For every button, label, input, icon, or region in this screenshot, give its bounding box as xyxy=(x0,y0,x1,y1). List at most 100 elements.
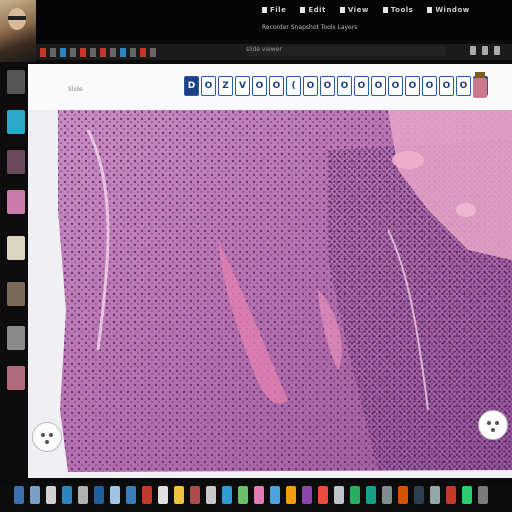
compass-icon[interactable] xyxy=(32,422,62,452)
taskbar-app-icon[interactable] xyxy=(270,486,280,504)
taskbar-app-icon[interactable] xyxy=(286,486,296,504)
menu-icon xyxy=(382,7,388,13)
tab-icon[interactable] xyxy=(40,47,46,57)
menu-item-tools[interactable]: Tools xyxy=(382,4,414,16)
compass-dot xyxy=(45,440,49,444)
address-bar-icons xyxy=(470,46,500,55)
taskbar-app-icon[interactable] xyxy=(398,486,408,504)
taskbar-app-icon[interactable] xyxy=(350,486,360,504)
toolbar-button[interactable]: O xyxy=(303,76,318,96)
toolbar-button[interactable]: O xyxy=(252,76,267,96)
histology-slide-image xyxy=(28,110,512,478)
toolbar-button[interactable]: O xyxy=(439,76,454,96)
taskbar-app-icon[interactable] xyxy=(254,486,264,504)
taskbar-app-icon[interactable] xyxy=(126,486,136,504)
taskbar-app-icon[interactable] xyxy=(14,486,24,504)
toolbar-button[interactable]: D xyxy=(184,76,199,96)
compass-dot xyxy=(491,428,495,432)
toolbar-button[interactable]: O xyxy=(269,76,284,96)
taskbar-app-icon[interactable] xyxy=(302,486,312,504)
menu-icon xyxy=(262,7,267,13)
toolbar-button[interactable]: O xyxy=(422,76,437,96)
dock-app-icon[interactable] xyxy=(7,326,25,350)
taskbar-app-icon[interactable] xyxy=(478,486,488,504)
tab-icon[interactable] xyxy=(100,47,106,57)
taskbar-app-icon[interactable] xyxy=(334,486,344,504)
taskbar-app-icon[interactable] xyxy=(110,486,120,504)
toolbar-button[interactable]: O xyxy=(388,76,403,96)
taskbar-app-icon[interactable] xyxy=(190,486,200,504)
toolbar-button[interactable]: O xyxy=(371,76,386,96)
toolbar-button[interactable]: O xyxy=(456,76,471,96)
slide-canvas[interactable] xyxy=(28,110,512,478)
compass-dot xyxy=(487,421,491,425)
taskbar-app-icon[interactable] xyxy=(414,486,424,504)
taskbar-app-icon[interactable] xyxy=(94,486,104,504)
tab-icon[interactable] xyxy=(130,47,136,57)
tab-icon[interactable] xyxy=(120,47,126,57)
star-icon[interactable] xyxy=(482,46,488,55)
taskbar-app-icon[interactable] xyxy=(430,486,440,504)
toolbar-label: Slide xyxy=(68,86,83,93)
menu-item-view[interactable]: View xyxy=(339,4,369,16)
toolbar-button[interactable]: O xyxy=(201,76,216,96)
taskbar-app-icon[interactable] xyxy=(62,486,72,504)
taskbar-app-icon[interactable] xyxy=(158,486,168,504)
taskbar-app-icon[interactable] xyxy=(462,486,472,504)
menu-item-window[interactable]: Window xyxy=(427,4,469,16)
menu-icon[interactable] xyxy=(494,46,500,55)
menu-item-edit[interactable]: Edit xyxy=(300,4,326,16)
toolbar-button[interactable]: O xyxy=(354,76,369,96)
toolbar-buttons: D O Z V O O ( O O O O O O O O O O D xyxy=(184,76,488,96)
tab-icon[interactable] xyxy=(50,47,56,57)
tab-icon[interactable] xyxy=(150,47,156,57)
taskbar-app-icon[interactable] xyxy=(174,486,184,504)
dock-app-icon[interactable] xyxy=(7,110,25,134)
tab-icon[interactable] xyxy=(60,47,66,57)
taskbar-app-icon[interactable] xyxy=(142,486,152,504)
toolbar-button[interactable]: Z xyxy=(218,76,233,96)
reload-icon[interactable] xyxy=(470,46,476,55)
left-dock xyxy=(0,62,30,480)
top-menu: File Edit View Tools Window xyxy=(262,4,470,16)
toolbar-button[interactable]: O xyxy=(320,76,335,96)
menu-item-file[interactable]: File xyxy=(262,4,286,16)
bottom-taskbar xyxy=(0,482,512,512)
tab-icon[interactable] xyxy=(80,47,86,57)
taskbar-app-icon[interactable] xyxy=(366,486,376,504)
top-toolbar-text: Recorder Snapshot Tools Layers xyxy=(262,24,358,31)
dock-app-icon[interactable] xyxy=(7,150,25,174)
taskbar-app-icon[interactable] xyxy=(318,486,328,504)
taskbar-app-icon[interactable] xyxy=(46,486,56,504)
toolbar-button[interactable]: V xyxy=(235,76,250,96)
compass-dot xyxy=(495,421,499,425)
taskbar-app-icon[interactable] xyxy=(382,486,392,504)
dock-app-icon[interactable] xyxy=(7,282,25,306)
tab-icon[interactable] xyxy=(110,47,116,57)
taskbar-app-icon[interactable] xyxy=(30,486,40,504)
dock-app-icon[interactable] xyxy=(7,190,25,214)
specimen-jar-icon[interactable] xyxy=(472,72,488,102)
tab-icon[interactable] xyxy=(140,47,146,57)
dock-app-icon[interactable] xyxy=(7,236,25,260)
compass-dot xyxy=(41,433,45,437)
tab-icon[interactable] xyxy=(90,47,96,57)
tab-icon[interactable] xyxy=(70,47,76,57)
menu-icon xyxy=(339,7,345,13)
address-bar[interactable]: slide viewer xyxy=(246,46,446,56)
slide-viewer-window: Slide D O Z V O O ( O O O O O O O O O O … xyxy=(28,64,512,478)
taskbar-app-icon[interactable] xyxy=(206,486,216,504)
taskbar-app-icon[interactable] xyxy=(222,486,232,504)
toolbar-button[interactable]: O xyxy=(337,76,352,96)
dock-app-icon[interactable] xyxy=(7,366,25,390)
compass-icon[interactable] xyxy=(478,410,508,440)
dock-app-icon[interactable] xyxy=(7,70,25,94)
webcam-avatar xyxy=(0,0,36,62)
taskbar-app-icon[interactable] xyxy=(238,486,248,504)
toolbar-button[interactable]: O xyxy=(405,76,420,96)
menu-icon xyxy=(427,7,433,13)
toolbar-button[interactable]: ( xyxy=(286,76,301,96)
taskbar-app-icon[interactable] xyxy=(78,486,88,504)
taskbar-app-icon[interactable] xyxy=(446,486,456,504)
viewer-toolbar: Slide D O Z V O O ( O O O O O O O O O O … xyxy=(28,64,512,111)
